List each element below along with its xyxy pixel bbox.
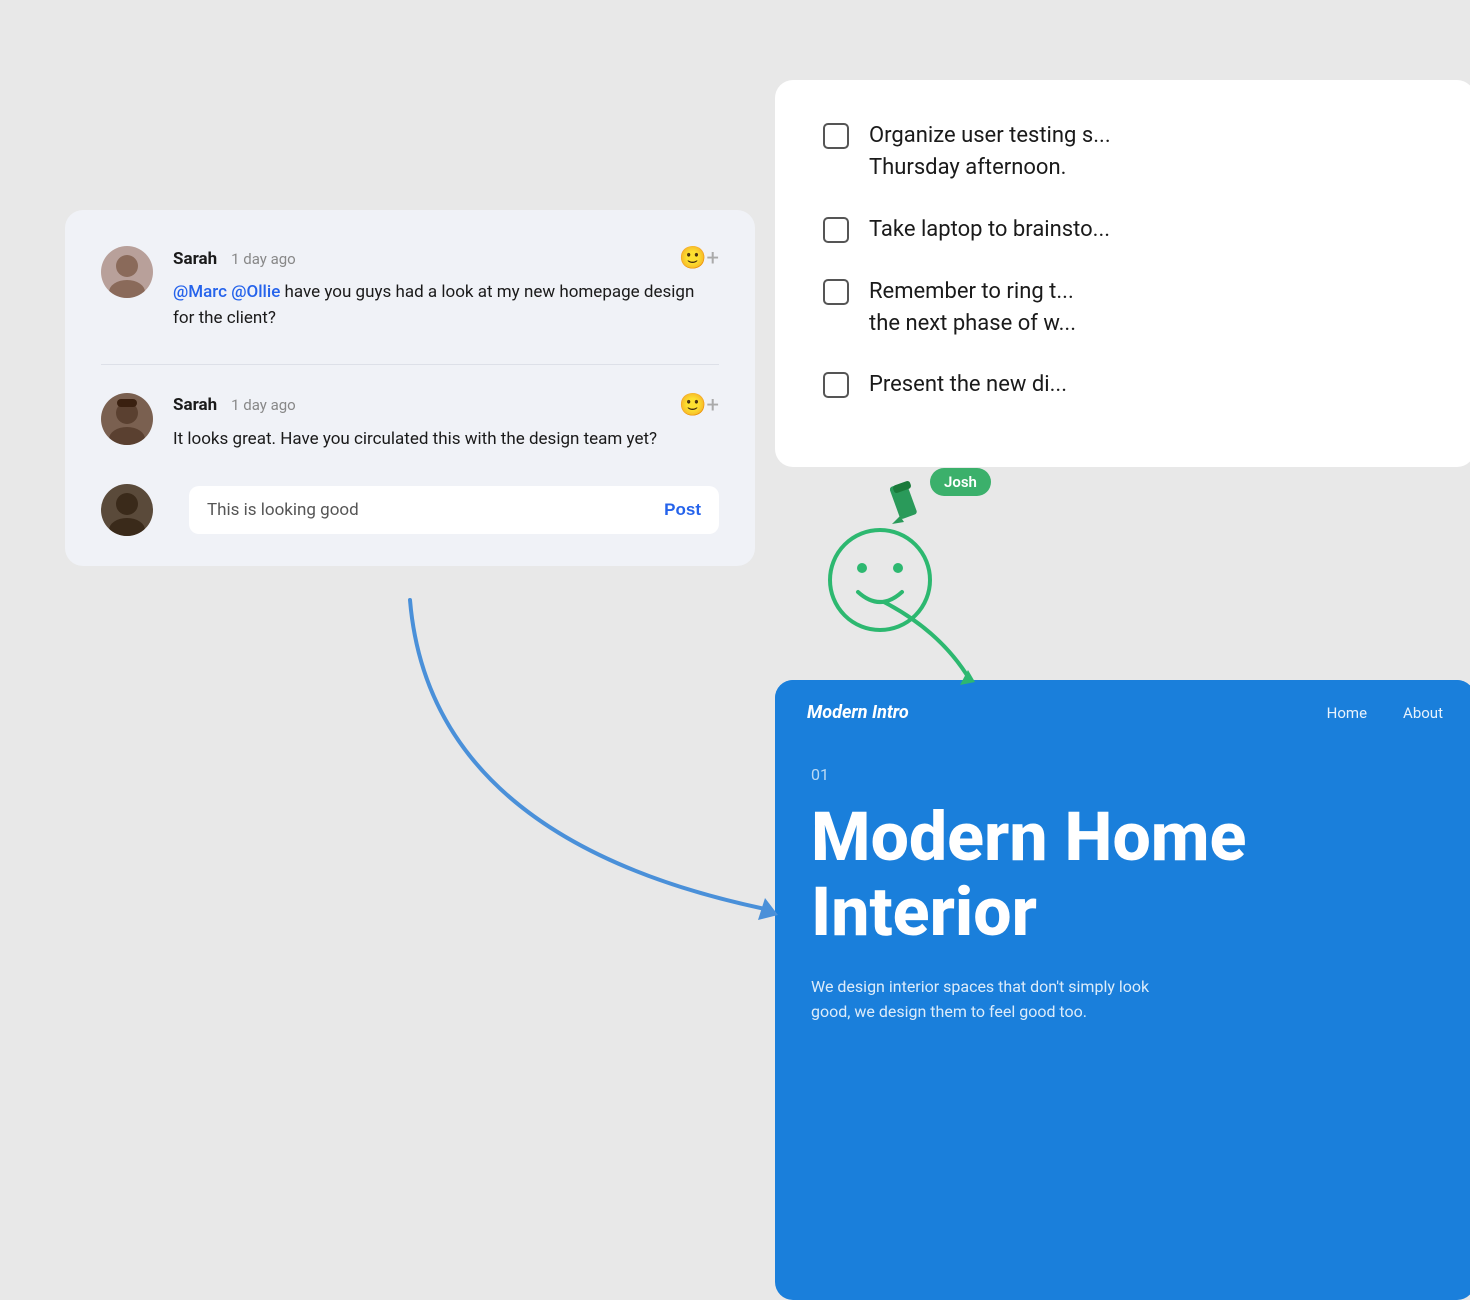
message-author-2: Sarah (173, 395, 217, 415)
website-nav-links: Home About (1327, 704, 1443, 722)
checklist-item-3: Remember to ring t...the next phase of w… (823, 276, 1427, 340)
checklist-text-2: Take laptop to brainsto... (869, 214, 1110, 246)
message-meta-1: Sarah 1 day ago (173, 249, 296, 269)
website-logo: Modern Intro (807, 702, 909, 723)
smiley-container (820, 520, 940, 644)
checkbox-2[interactable] (823, 217, 849, 243)
chat-message-2: Sarah 1 day ago 🙂+ It looks great. Have … (101, 393, 719, 452)
checklist-text-4: Present the new di... (869, 369, 1067, 401)
checklist-item-2: Take laptop to brainsto... (823, 214, 1427, 246)
comment-input-text: This is looking good (207, 500, 359, 520)
message-author-1: Sarah (173, 249, 217, 269)
chat-message-1: Sarah 1 day ago 🙂+ @Marc @Ollie have you… (101, 246, 719, 332)
avatar-user (101, 484, 153, 536)
message-time-1: 1 day ago (231, 250, 296, 268)
website-description: We design interior spaces that don't sim… (811, 974, 1191, 1025)
pencil-icon (890, 480, 926, 534)
message-header-1: Sarah 1 day ago 🙂+ (173, 246, 719, 271)
website-number: 01 (811, 765, 1439, 784)
mention-1: @Marc @Ollie (173, 282, 280, 302)
message-text-1: @Marc @Ollie have you guys had a look at… (173, 279, 719, 332)
checkbox-3[interactable] (823, 279, 849, 305)
blue-arrow-curve (350, 590, 810, 994)
josh-tag: Josh (930, 468, 991, 496)
checkbox-4[interactable] (823, 372, 849, 398)
chat-panel: Sarah 1 day ago 🙂+ @Marc @Ollie have you… (65, 210, 755, 566)
website-title: Modern Home Interior (811, 800, 1439, 950)
message-meta-2: Sarah 1 day ago (173, 395, 296, 415)
emoji-icon-1[interactable]: 🙂+ (679, 246, 719, 271)
checklist-text-1: Organize user testing s...Thursday after… (869, 120, 1111, 184)
avatar-sarah-2 (101, 393, 153, 445)
message-content-1: Sarah 1 day ago 🙂+ @Marc @Ollie have you… (173, 246, 719, 332)
message-content-2: Sarah 1 day ago 🙂+ It looks great. Have … (173, 393, 719, 452)
checkbox-1[interactable] (823, 123, 849, 149)
website-preview: Modern Intro Home About 01 Modern Home I… (775, 680, 1470, 1300)
nav-link-home[interactable]: Home (1327, 704, 1367, 722)
message-divider (101, 364, 719, 365)
message-time-2: 1 day ago (231, 396, 296, 414)
nav-link-about[interactable]: About (1403, 704, 1443, 722)
checklist-panel: Organize user testing s...Thursday after… (775, 80, 1470, 467)
post-button[interactable]: Post (664, 500, 701, 520)
input-row: This is looking good Post (101, 484, 719, 536)
checklist-item-4: Present the new di... (823, 369, 1427, 401)
checklist-text-3: Remember to ring t...the next phase of w… (869, 276, 1076, 340)
comment-input-box[interactable]: This is looking good Post (189, 486, 719, 534)
avatar-sarah-1 (101, 246, 153, 298)
emoji-icon-2[interactable]: 🙂+ (679, 393, 719, 418)
message-header-2: Sarah 1 day ago 🙂+ (173, 393, 719, 418)
message-text-2: It looks great. Have you circulated this… (173, 426, 719, 452)
checklist-item-1: Organize user testing s...Thursday after… (823, 120, 1427, 184)
website-content: 01 Modern Home Interior We design interi… (775, 745, 1470, 1061)
